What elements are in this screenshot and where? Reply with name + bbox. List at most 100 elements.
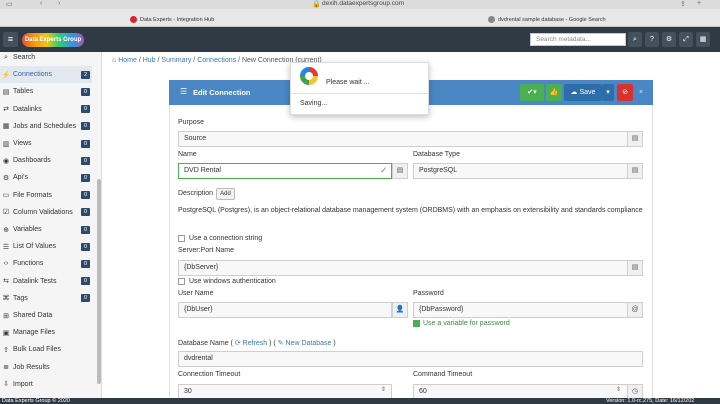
sidebar-item-functions[interactable]: ‹› Functions 0 <box>0 255 92 272</box>
sidebar-item-bulk-load-files[interactable]: ⇪ Bulk Load Files <box>0 341 92 358</box>
breadcrumb-connections[interactable]: Connections <box>197 57 236 64</box>
lock-icon: 🔒 <box>312 1 321 8</box>
sidebar-item-dashboards[interactable]: ◉ Dashboards 0 <box>0 152 92 169</box>
save-button[interactable]: ☁ Save <box>564 84 602 101</box>
share-icon[interactable]: ⇪ <box>680 0 686 8</box>
count-badge: 0 <box>81 294 90 303</box>
count-badge: 0 <box>81 225 90 234</box>
upload-icon: ⇪ <box>3 346 9 354</box>
connection-timeout-stepper-icon[interactable]: ⇕ <box>381 386 386 393</box>
name-list-icon[interactable]: ▤ <box>392 163 408 179</box>
list-icon: ☰ <box>2 243 10 251</box>
refresh-icon[interactable]: ⟳ <box>235 340 241 347</box>
sidebar-item-manage-files[interactable]: ▣ Manage Files <box>0 324 92 341</box>
new-database-link[interactable]: New Database <box>286 340 332 347</box>
sidebar-item-tables[interactable]: ▤ Tables 0 <box>0 83 92 100</box>
back-icon[interactable]: ‹ <box>40 0 42 7</box>
sidebar-item-label: Dashboards <box>13 157 51 165</box>
sidebar-item-label: Tags <box>13 294 28 302</box>
sidebar-item-jobs-and-schedules[interactable]: ▦ Jobs and Schedules 0 <box>0 118 92 135</box>
sidebar-item-datalink-tests[interactable]: ⇆ Datalink Tests 0 <box>0 273 92 290</box>
windows-auth-checkbox[interactable] <box>178 278 185 285</box>
sidebar-item-import[interactable]: ⇩ Import <box>0 376 92 393</box>
name-input[interactable]: DVD Rental <box>178 163 392 179</box>
use-connection-string-checkbox[interactable] <box>178 235 185 242</box>
database-type-select[interactable]: PostgreSQL <box>413 163 628 179</box>
database-name-input[interactable]: dvdrental <box>178 351 643 367</box>
valid-check-icon: ✓ <box>380 165 388 175</box>
menu-icon[interactable]: ≡ <box>3 32 18 47</box>
add-description-button[interactable]: Add <box>216 188 235 200</box>
sidebar-item-file-formats[interactable]: ▭ File Formats 0 <box>0 187 92 204</box>
password-label: Password <box>413 290 444 297</box>
sidebar-toggle-icon[interactable]: ▭ <box>6 0 13 8</box>
purpose-select[interactable]: Source <box>178 131 628 147</box>
server-variable-icon[interactable]: ▤ <box>627 260 643 276</box>
address-bar[interactable]: ▭ ‹ › 🔒 dexih.dataexpertsgroup.com ⇪ + <box>0 0 720 9</box>
close-icon[interactable]: × <box>636 84 646 101</box>
sidebar-item-variables[interactable]: ⊕ Variables 0 <box>0 221 92 238</box>
sidebar-item-views[interactable]: ▥ Views 0 <box>0 135 92 152</box>
breadcrumb-summary[interactable]: Summary <box>161 57 191 64</box>
sidebar-item-search[interactable]: ⌕ Search <box>0 49 92 66</box>
save-dropdown-icon[interactable]: ▾ <box>602 84 614 101</box>
logo[interactable]: Data Experts Group <box>22 33 84 47</box>
sidebar-item-tags[interactable]: ⌘ Tags 0 <box>0 290 92 307</box>
help-button[interactable]: ? <box>645 32 659 47</box>
fullscreen-icon[interactable]: ⤢ <box>679 32 693 47</box>
url-text[interactable]: dexih.dataexpertsgroup.com <box>322 0 404 7</box>
search-input[interactable]: Search metadata... <box>530 33 626 46</box>
new-database-icon[interactable]: ✎ <box>278 340 284 347</box>
new-tab-icon[interactable]: + <box>697 0 701 7</box>
code-icon: ‹› <box>3 260 9 268</box>
sidebar-item-api-s[interactable]: ⚙ Api's 0 <box>0 169 92 186</box>
sidebar-item-datalinks[interactable]: ⇄ Datalinks 0 <box>0 101 92 118</box>
settings-icon[interactable]: ⚙ <box>662 32 676 47</box>
tab-integration-hub[interactable]: Data Experts - Integration Hub <box>130 13 214 26</box>
sidebar: ⌕ Search ⚡ Connections 2 ▤ Tables 0 ⇄ Datalinks 0 ▦… <box>0 52 102 398</box>
hub-icon[interactable]: ▦ <box>696 32 710 47</box>
tab-google-search[interactable]: dvdrental sample database - Google Searc… <box>488 13 606 26</box>
file-icon: ▭ <box>2 192 10 200</box>
save-label: Save <box>579 89 596 96</box>
sidebar-item-label: Import <box>13 380 33 388</box>
breadcrumb-hub[interactable]: Hub <box>143 57 156 64</box>
command-timeout-stepper-icon[interactable]: ⇕ <box>616 386 621 393</box>
link-icon: ⇄ <box>3 106 9 114</box>
forward-icon[interactable]: › <box>58 0 60 7</box>
purpose-dropdown-icon[interactable]: ▤ <box>627 131 643 147</box>
use-connection-string-label: Use a connection string <box>189 235 263 242</box>
password-variable-checkbox[interactable] <box>413 320 420 327</box>
sidebar-item-label: Job Results <box>13 363 50 371</box>
database-type-dropdown-icon[interactable]: ▤ <box>627 163 643 179</box>
sidebar-item-column-validations[interactable]: ☑ Column Validations 0 <box>0 204 92 221</box>
search-icon[interactable]: ⌕ <box>628 32 642 47</box>
google-favicon-icon <box>488 16 495 23</box>
sidebar-item-job-results[interactable]: ≣ Job Results <box>0 359 92 376</box>
cancel-button[interactable]: ⊘ <box>617 84 633 101</box>
sidebar-item-connections[interactable]: ⚡ Connections 2 <box>0 66 92 84</box>
sidebar-item-list-of-values[interactable]: ☰ List Of Values 0 <box>0 238 92 255</box>
import-icon: ⇩ <box>3 381 9 389</box>
validate-button[interactable]: ✔▾ <box>520 84 544 101</box>
user-name-input[interactable]: {DbUser} <box>178 302 392 318</box>
refresh-link[interactable]: Refresh <box>243 340 268 347</box>
tag-icon: ⌘ <box>2 295 10 303</box>
sidebar-item-label: List Of Values <box>13 243 57 251</box>
tab-title: dvdrental sample database - Google Searc… <box>498 16 606 23</box>
dialog-divider <box>291 93 428 94</box>
count-badge: 0 <box>81 105 90 114</box>
variable-icon: ⊕ <box>3 226 9 234</box>
sidebar-scrollbar[interactable] <box>97 179 101 384</box>
folder-icon: ▣ <box>2 329 10 337</box>
server-input[interactable]: {DbServer} <box>178 260 628 276</box>
password-input[interactable]: {DbPassword} <box>413 302 628 318</box>
sidebar-item-label: Column Validations <box>13 208 73 216</box>
thumbs-up-icon[interactable]: 👍 <box>546 84 562 101</box>
breadcrumb-home[interactable]: Home <box>118 57 137 64</box>
chart-icon: ▥ <box>2 140 10 148</box>
sidebar-item-shared-data[interactable]: ⊞ Shared Data <box>0 307 92 324</box>
favicon-icon <box>130 16 137 23</box>
command-timeout-label: Command Timeout <box>413 371 473 378</box>
plug-icon: ⚡ <box>1 71 11 79</box>
